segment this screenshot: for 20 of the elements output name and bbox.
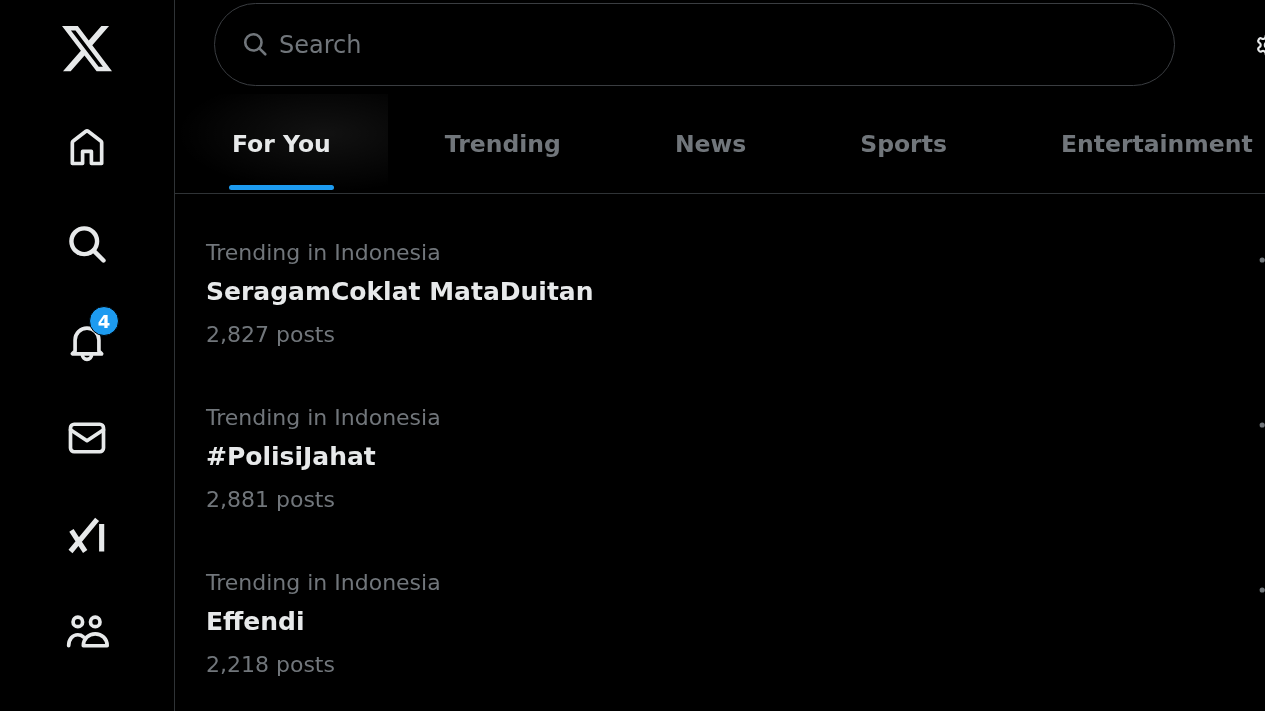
tab[interactable]: Sports bbox=[803, 93, 1004, 193]
post-count: 2,827 posts bbox=[206, 321, 335, 349]
trend-context: Trending in Indonesia bbox=[206, 404, 441, 432]
tab[interactable]: Entertainment bbox=[1003, 93, 1265, 193]
x-logo-icon[interactable] bbox=[62, 26, 112, 72]
post-count: 2,218 posts bbox=[206, 651, 335, 679]
more-icon[interactable] bbox=[1259, 587, 1265, 593]
more-icon[interactable] bbox=[1259, 422, 1265, 428]
trend-title[interactable]: Effendi bbox=[206, 602, 305, 642]
post-count: 2,881 posts bbox=[206, 486, 335, 514]
search-icon bbox=[242, 31, 268, 58]
notification-badge: 4 bbox=[89, 306, 119, 336]
tab[interactable]: Trending bbox=[387, 93, 618, 193]
trend-context: Trending in Indonesia bbox=[206, 239, 441, 267]
trend-title[interactable]: #PolisiJahat bbox=[206, 437, 376, 477]
trend-context: Trending in Indonesia bbox=[206, 569, 441, 597]
tab[interactable]: News bbox=[617, 93, 804, 193]
more-icon[interactable] bbox=[1259, 257, 1265, 263]
trend-title[interactable]: SeragamCoklat MataDuitan bbox=[206, 272, 594, 312]
search-field[interactable]: Search bbox=[214, 3, 1175, 87]
